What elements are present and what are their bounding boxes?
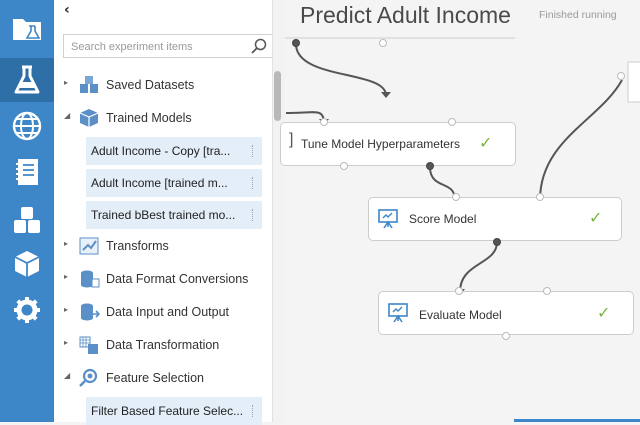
experiment-title[interactable]: Predict Adult Income — [300, 2, 520, 29]
connector-line — [539, 79, 623, 201]
connector-line — [285, 111, 325, 123]
checkmark-icon: ✓ — [597, 303, 611, 322]
right-node-edge — [627, 61, 640, 103]
output-port[interactable] — [502, 332, 510, 340]
output-port[interactable] — [617, 72, 625, 80]
node-edge-glyph: ] — [289, 131, 294, 148]
node-score-model[interactable]: Score Model ✓ — [368, 197, 622, 241]
input-port[interactable] — [543, 287, 551, 295]
input-port[interactable] — [452, 193, 460, 201]
output-port[interactable] — [493, 238, 501, 246]
output-port[interactable] — [426, 162, 434, 170]
node-label: Score Model — [409, 212, 477, 226]
input-port[interactable] — [536, 193, 544, 201]
node-evaluate-model[interactable]: Evaluate Model ✓ — [378, 291, 634, 335]
node-label: Tune Model Hyperparameters — [301, 137, 460, 151]
connector-line — [459, 241, 498, 293]
output-port[interactable] — [379, 39, 387, 47]
node-tune-model-hyperparameters[interactable]: ] Tune Model Hyperparameters ✓ — [280, 122, 516, 166]
input-port[interactable] — [455, 287, 463, 295]
output-port[interactable] — [292, 39, 300, 47]
input-port[interactable] — [320, 118, 328, 126]
evaluate-model-icon — [388, 303, 408, 323]
arrowhead-icon — [381, 92, 391, 98]
run-status: Finished running — [539, 9, 617, 21]
checkmark-icon: ✓ — [479, 133, 493, 152]
checkmark-icon: ✓ — [589, 208, 603, 227]
connector-line — [295, 43, 387, 96]
score-model-icon — [378, 209, 398, 229]
output-port[interactable] — [340, 162, 348, 170]
node-label: Evaluate Model — [419, 308, 502, 322]
input-port[interactable] — [448, 118, 456, 126]
